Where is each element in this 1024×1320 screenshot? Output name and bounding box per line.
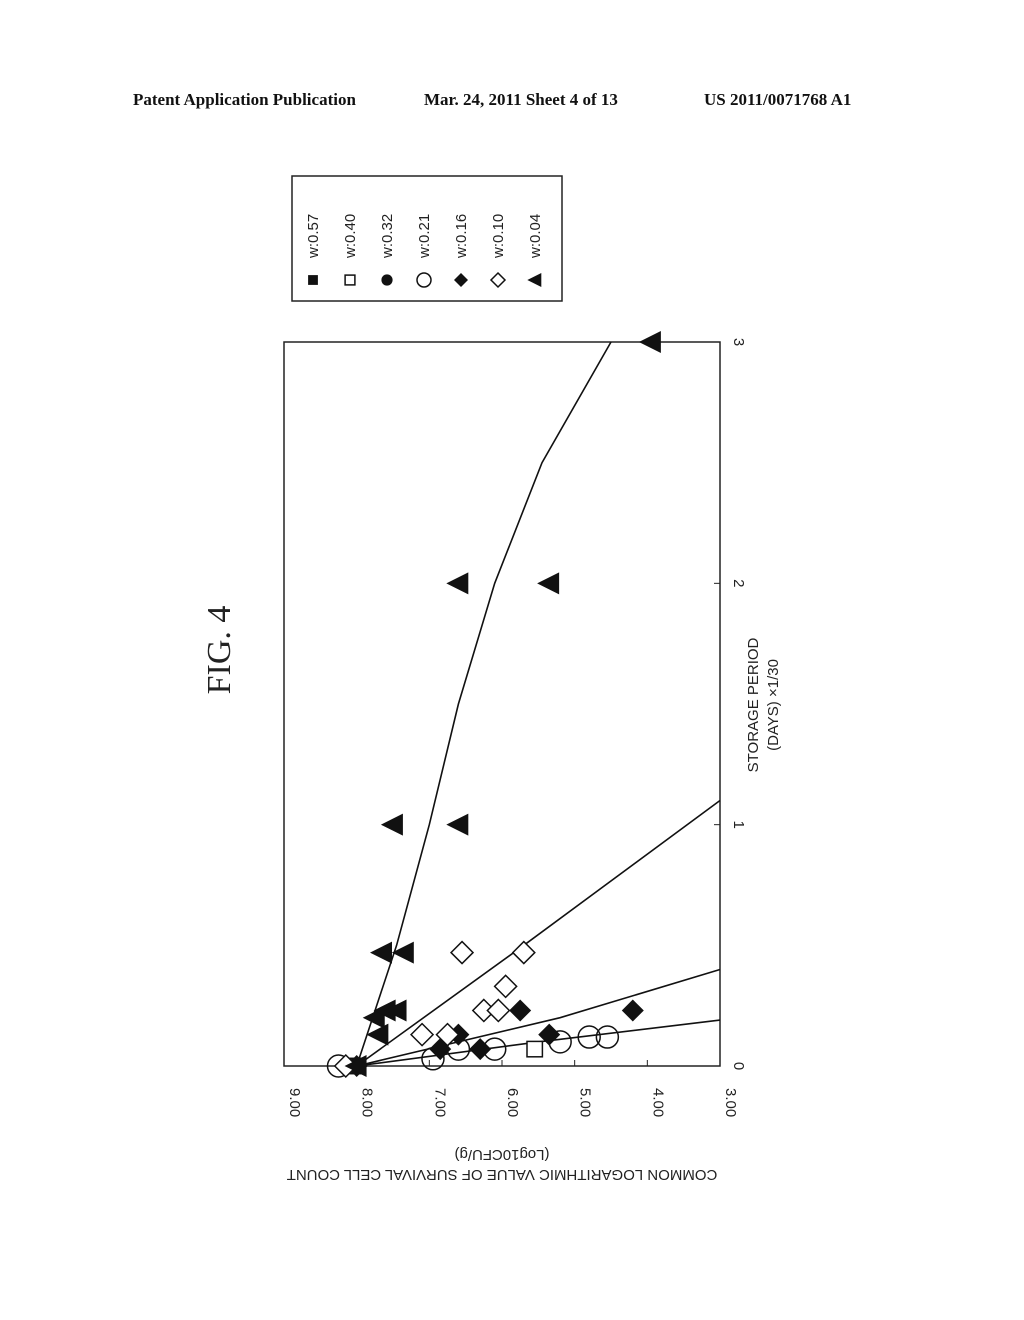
- legend-label: w:0.10: [490, 214, 507, 259]
- y-tick-label: 8.00: [359, 1088, 376, 1117]
- x-tick-label: 3: [730, 338, 747, 346]
- data-point-filled-triangle: [537, 572, 560, 595]
- x-tick-label: 1: [730, 820, 747, 828]
- legend-label: w:0.16: [453, 214, 470, 259]
- data-point-filled-diamond: [621, 999, 644, 1022]
- data-point-filled-triangle: [391, 941, 414, 964]
- data-point-open-diamond: [449, 940, 475, 965]
- data-point-filled-triangle: [446, 813, 469, 836]
- legend-label: w:0.32: [379, 214, 396, 259]
- data-point-open-diamond: [493, 974, 518, 999]
- x-axis-label-line2: (DAYS) ×1/30: [765, 659, 782, 751]
- series-w004: [344, 331, 661, 1077]
- data-point-open-diamond: [410, 1022, 435, 1047]
- data-point-filled-triangle: [370, 941, 392, 964]
- legend: w:0.57 w:0.40 w:0.32 w:0.21 w:0.16 w:0.10 w:0.…: [291, 175, 563, 302]
- data-point-filled-triangle: [446, 572, 469, 595]
- fit-line: [355, 341, 612, 1067]
- y-axis-label-line2: (Log10CFU/g): [454, 1146, 549, 1163]
- legend-marker-filled-circle: [381, 274, 393, 286]
- y-axis-label-line1: COMMON LOGARITHMIC VALUE OF SURVIVAL CEL…: [287, 1166, 718, 1183]
- data-point-open-square: [526, 1040, 544, 1058]
- data-point-filled-diamond: [509, 999, 532, 1022]
- x-axis-label-line1: STORAGE PERIOD: [745, 637, 762, 772]
- legend-label: w:0.57: [305, 214, 322, 259]
- x-tick-label: 0: [730, 1062, 747, 1070]
- data-point-open-diamond: [511, 940, 536, 965]
- y-tick-label: 4.00: [649, 1088, 666, 1117]
- x-tick-label: 2: [730, 579, 747, 587]
- plot-frame: [283, 341, 721, 1067]
- y-tick-label: 3.00: [722, 1088, 739, 1117]
- data-point-filled-triangle: [380, 813, 403, 836]
- y-tick-label: 7.00: [431, 1088, 448, 1117]
- legend-marker-open-square: [344, 274, 356, 286]
- legend-label: w:0.40: [342, 214, 359, 259]
- data-point-filled-triangle: [638, 331, 661, 353]
- y-tick-label: 6.00: [504, 1088, 521, 1117]
- legend-label: w:0.21: [416, 214, 433, 259]
- legend-marker-filled-square: [308, 275, 318, 285]
- y-tick-label: 5.00: [577, 1088, 594, 1117]
- data-point-open-diamond: [486, 998, 511, 1023]
- legend-label: w:0.04: [527, 214, 544, 259]
- chart: FIG. 4 w:0.57 w:0.40 w:0.32 w:0.21 w:0.16 w:0…: [201, 175, 782, 1183]
- figure-title: FIG. 4: [201, 606, 238, 695]
- y-tick-label: 9.00: [286, 1088, 303, 1117]
